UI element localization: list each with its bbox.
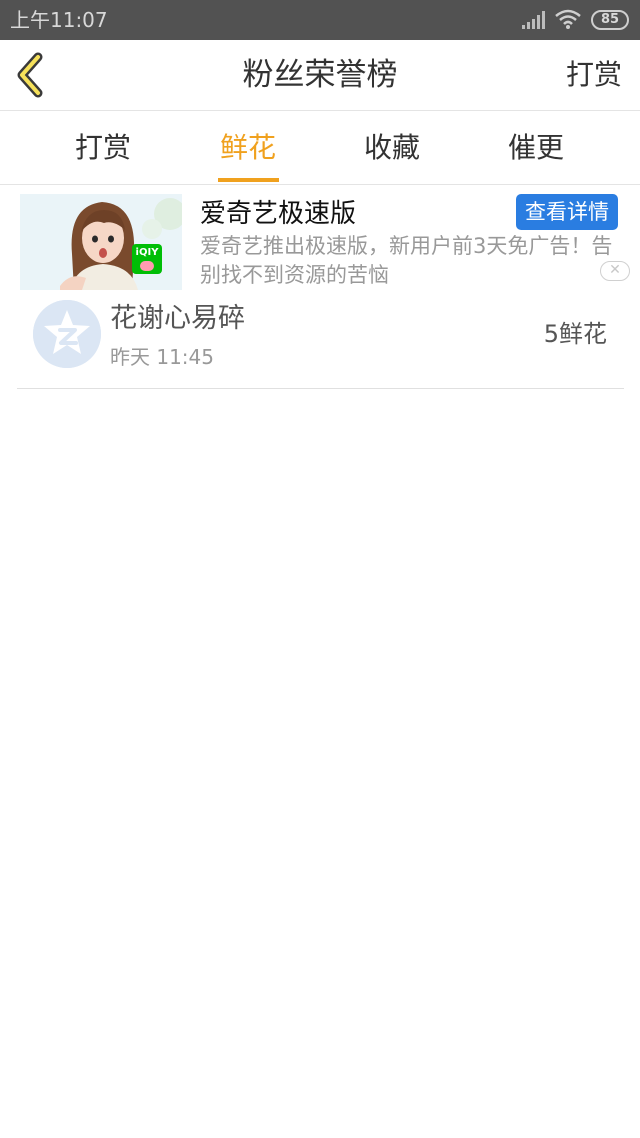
tab-favorites[interactable]: 收藏 [332, 111, 452, 184]
tab-bar: 打赏 鲜花 收藏 催更 [0, 111, 640, 185]
iqiyi-logo-text: iQIY [135, 247, 159, 258]
ad-title: 爱奇艺极速版 [200, 199, 357, 229]
ad-description: 爱奇艺推出极速版，新用户前3天免广告！告别找不到资源的苦恼 [200, 234, 613, 287]
tab-urge-update[interactable]: 催更 [476, 111, 596, 184]
header: 粉丝荣誉榜 打赏 [0, 40, 640, 111]
tab-flowers[interactable]: 鲜花 [188, 111, 308, 184]
reward-button[interactable]: 打赏 [566, 40, 622, 110]
ad-banner[interactable]: iQIY 爱奇艺极速版 爱奇艺推出极速版，新用户前3天免广告！告别找不到资源的苦… [20, 192, 632, 290]
page-title: 粉丝荣誉榜 [242, 57, 398, 93]
close-icon[interactable]: ✕ [600, 261, 630, 281]
tab-reward[interactable]: 打赏 [43, 111, 163, 184]
battery-indicator: 85 [591, 10, 629, 30]
wifi-icon [555, 9, 581, 29]
active-tab-indicator [218, 178, 279, 182]
avatar [33, 300, 101, 368]
status-time: 上午11:07 [10, 8, 108, 32]
view-details-button[interactable]: 查看详情 [516, 194, 618, 230]
user-name: 花谢心易碎 [110, 303, 245, 334]
ad-person-illustration [20, 194, 182, 290]
timestamp: 昨天 11:45 [110, 345, 214, 369]
status-bar: 上午11:07 85 [0, 0, 640, 40]
chevron-left-icon [17, 52, 43, 98]
iqiyi-logo-icon: iQIY [132, 244, 162, 274]
flower-count: 5鲜花 [543, 320, 607, 348]
back-button[interactable] [12, 52, 52, 98]
ad-image[interactable]: iQIY [20, 194, 182, 290]
default-avatar-icon [33, 300, 101, 368]
cell-signal-icon [522, 11, 545, 29]
list-item[interactable]: 花谢心易碎 昨天 11:45 5鲜花 [17, 290, 624, 389]
